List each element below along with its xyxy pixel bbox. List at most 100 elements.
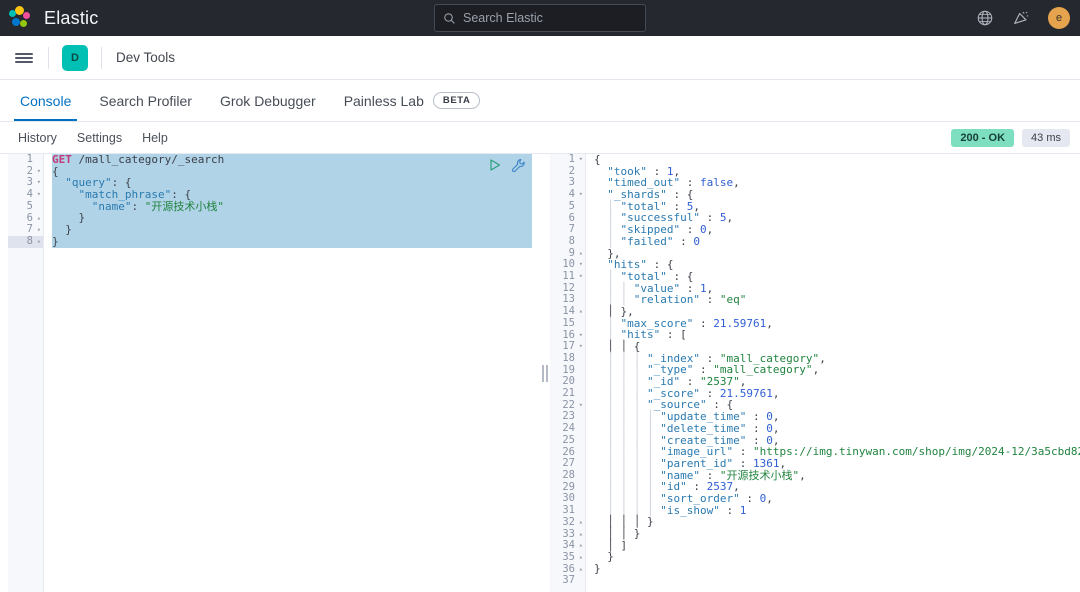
code-line[interactable]: │ │ } [594, 528, 1080, 540]
line-number[interactable]: 5 [550, 201, 585, 213]
fold-toggle-icon[interactable]: ▾ [579, 189, 583, 201]
fold-toggle-icon[interactable]: ▾ [579, 259, 583, 271]
fold-toggle-icon[interactable]: ▾ [579, 271, 583, 283]
code-token: } [594, 562, 601, 575]
line-number[interactable]: 2 [550, 166, 585, 178]
fold-toggle-icon[interactable]: ▾ [37, 166, 41, 178]
code-token: , [773, 387, 780, 400]
request-line-gutter[interactable]: 12▾3▾4▾56▴7▴8▴ [8, 154, 44, 592]
fold-toggle-icon[interactable]: ▴ [579, 540, 583, 552]
line-number[interactable]: 7▴ [8, 224, 43, 236]
line-number[interactable]: 18 [550, 353, 585, 365]
code-token: , [766, 317, 773, 330]
breadcrumb[interactable]: Dev Tools [116, 50, 175, 65]
code-line[interactable]: "name": "开源技术小栈" [52, 201, 540, 213]
line-number[interactable]: 5 [8, 201, 43, 213]
fold-toggle-icon[interactable]: ▴ [37, 224, 41, 236]
fold-toggle-icon[interactable]: ▴ [37, 236, 41, 248]
code-token: , [819, 352, 826, 365]
tab-painless-lab[interactable]: Painless Lab BETA [330, 80, 495, 121]
fold-toggle-icon[interactable]: ▴ [579, 306, 583, 318]
line-number[interactable]: 6▴ [8, 213, 43, 225]
user-avatar[interactable]: e [1048, 7, 1070, 29]
line-number[interactable]: 2▾ [8, 166, 43, 178]
line-number[interactable]: 8▴ [8, 236, 43, 248]
search-input[interactable]: Search Elastic [463, 11, 543, 25]
hamburger-menu-icon[interactable] [0, 51, 48, 65]
fold-toggle-icon[interactable]: ▴ [579, 564, 583, 576]
code-line[interactable]: } [52, 212, 540, 224]
fold-toggle-icon[interactable]: ▴ [579, 517, 583, 529]
line-number[interactable]: 4▾ [550, 189, 585, 201]
line-number[interactable]: 6 [550, 213, 585, 225]
panel-splitter[interactable] [540, 154, 550, 592]
code-line[interactable]: │ │ │ │ "is_show" : 1 [594, 505, 1080, 517]
code-token: "eq" [720, 293, 747, 306]
line-number[interactable]: 3▾ [8, 177, 43, 189]
code-line[interactable]: } [594, 563, 1080, 575]
code-token: , [726, 211, 733, 224]
line-number[interactable]: 37 [550, 575, 585, 587]
line-number[interactable]: 1 [8, 154, 43, 166]
line-number[interactable]: 4▾ [8, 189, 43, 201]
response-editor[interactable]: 1▾234▾56789▴10▾11▾121314▴1516▾17▾1819202… [550, 154, 1080, 592]
line-number[interactable]: 25 [550, 435, 585, 447]
response-code[interactable]: { "took" : 1, "timed_out" : false, "_sha… [594, 154, 1080, 592]
code-token: : [673, 235, 693, 248]
code-line[interactable] [594, 575, 1080, 587]
line-number[interactable]: 21 [550, 388, 585, 400]
code-line[interactable]: │ "failed" : 0 [594, 236, 1080, 248]
fold-toggle-icon[interactable]: ▴ [579, 529, 583, 541]
fold-toggle-icon[interactable]: ▾ [579, 341, 583, 353]
fold-toggle-icon[interactable]: ▾ [37, 177, 41, 189]
code-line[interactable]: │ │ │ } [594, 516, 1080, 528]
code-line[interactable]: │ │ "relation" : "eq" [594, 294, 1080, 306]
code-line[interactable]: } [594, 551, 1080, 563]
help-button[interactable]: Help [132, 131, 178, 145]
tab-console[interactable]: Console [6, 80, 85, 121]
line-number[interactable]: 8 [550, 236, 585, 248]
code-token: /mall_category/_search [72, 154, 224, 166]
brand-name: Elastic [44, 8, 98, 29]
fold-toggle-icon[interactable]: ▾ [37, 189, 41, 201]
announcement-icon[interactable] [1012, 9, 1030, 27]
line-number[interactable]: 3 [550, 177, 585, 189]
request-code[interactable]: GET /mall_category/_search{ "query": { "… [52, 154, 540, 592]
request-editor[interactable]: 12▾3▾4▾56▴7▴8▴ GET /mall_category/_searc… [0, 154, 540, 592]
tab-label: Grok Debugger [220, 93, 316, 109]
line-number[interactable]: 35▴ [550, 552, 585, 564]
app-badge[interactable]: D [62, 45, 88, 71]
line-number[interactable]: 11▾ [550, 271, 585, 283]
tab-search-profiler[interactable]: Search Profiler [85, 80, 206, 121]
code-line[interactable]: │ "hits" : [ [594, 329, 1080, 341]
code-token: 21.59761 [713, 317, 766, 330]
fold-toggle-icon[interactable]: ▴ [37, 213, 41, 225]
global-search[interactable]: Search Elastic [434, 4, 646, 32]
fold-toggle-icon[interactable]: ▴ [579, 248, 583, 260]
fold-toggle-icon[interactable]: ▾ [579, 154, 583, 166]
tab-grok-debugger[interactable]: Grok Debugger [206, 80, 330, 121]
tab-label: Painless Lab [344, 93, 424, 109]
code-line[interactable]: GET /mall_category/_search [52, 154, 540, 166]
code-line[interactable]: } [52, 236, 540, 248]
wrench-icon[interactable] [511, 158, 526, 173]
line-number[interactable]: 15 [550, 318, 585, 330]
line-number[interactable]: 1▾ [550, 154, 585, 166]
play-icon[interactable] [488, 158, 502, 172]
line-number[interactable]: 32▴ [550, 517, 585, 529]
settings-button[interactable]: Settings [67, 131, 132, 145]
fold-toggle-icon[interactable]: ▴ [579, 552, 583, 564]
line-number[interactable]: 28 [550, 470, 585, 482]
fold-toggle-icon[interactable]: ▾ [579, 330, 583, 342]
fold-toggle-icon[interactable]: ▾ [579, 400, 583, 412]
history-button[interactable]: History [8, 131, 67, 145]
code-token: "https://img.tinywan.com/shop/img/2024-1… [753, 445, 1080, 458]
brand[interactable]: Elastic [0, 5, 98, 31]
code-line[interactable]: } [52, 224, 540, 236]
response-line-gutter[interactable]: 1▾234▾56789▴10▾11▾121314▴1516▾17▾1819202… [550, 154, 586, 592]
line-number[interactable]: 7 [550, 224, 585, 236]
code-line[interactable]: │ ] [594, 540, 1080, 552]
breadcrumb-bar: D Dev Tools [0, 36, 1080, 80]
response-status: 200 - OK 43 ms [951, 129, 1070, 147]
globe-icon[interactable] [976, 9, 994, 27]
